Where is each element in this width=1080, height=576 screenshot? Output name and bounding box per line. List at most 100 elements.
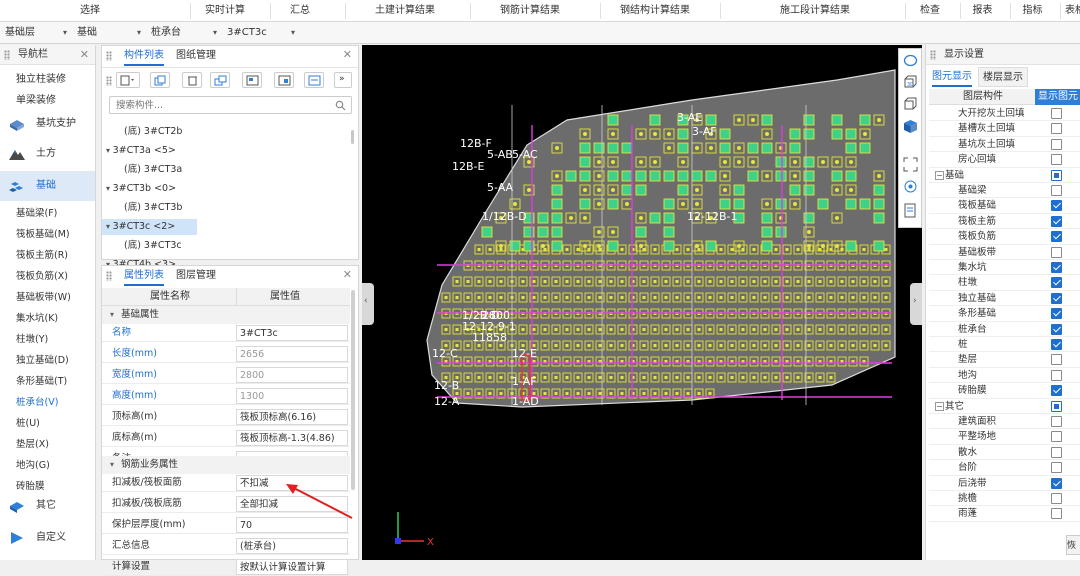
tab-floor-display[interactable]: 楼层显示	[978, 67, 1028, 87]
nav-subitem[interactable]: 桩(U)	[16, 415, 40, 429]
ribbon-tab[interactable]: 钢筋计算结果	[470, 0, 590, 22]
search-box[interactable]	[109, 96, 352, 114]
layer-checkbox[interactable]	[1051, 308, 1062, 320]
layer-checkbox[interactable]	[1051, 154, 1062, 166]
ribbon-tab[interactable]: 选择	[45, 0, 135, 22]
nav-subitem[interactable]: 独立基础(D)	[16, 352, 69, 366]
layer-checkbox[interactable]	[1051, 169, 1062, 181]
nav-group-pit-support[interactable]: 基坑支护	[0, 109, 95, 139]
property-value[interactable]: 2800	[236, 367, 348, 383]
drag-grip-icon[interactable]	[930, 50, 936, 60]
layer-checkbox[interactable]	[1051, 323, 1062, 335]
ribbon-tab[interactable]: 表格	[1060, 0, 1080, 22]
nav-subitem[interactable]: 基础板带(W)	[16, 289, 71, 303]
nav-item-column-finish[interactable]: 独立柱装修	[16, 70, 66, 85]
layer-checkbox[interactable]	[1051, 508, 1062, 520]
nav-subitem[interactable]: 垫层(X)	[16, 436, 49, 450]
nav-item-beam-finish[interactable]: 单梁装修	[16, 91, 56, 106]
tree-item[interactable]: (底) 3#CT3a	[102, 162, 332, 178]
tab-element-display[interactable]: 图元显示	[932, 67, 972, 87]
layer-checkbox[interactable]	[1051, 292, 1062, 304]
ribbon-tab[interactable]: 钢结构计算结果	[600, 0, 710, 22]
floor-select[interactable]: 基础层 ▾	[2, 25, 70, 41]
layer-checkbox[interactable]	[1051, 369, 1062, 381]
layer-checkbox[interactable]	[1051, 493, 1062, 504]
drawing-canvas[interactable]: 12B-F 12B-E 5-AB 5-AA 5-AC 3-AE 3-AF 1/12B-D 12-…	[362, 45, 922, 560]
nav-subitem[interactable]: 桩承台(V)	[16, 394, 58, 408]
new-component-button[interactable]	[116, 72, 140, 88]
layer-checkbox[interactable]	[1051, 416, 1062, 427]
layer-checkbox[interactable]	[1051, 431, 1062, 443]
property-value[interactable]: 2656	[236, 346, 348, 362]
3d-view-icon[interactable]: 3D	[903, 75, 918, 90]
category-select[interactable]: 基础 ▾	[74, 25, 144, 41]
section-rebar-props[interactable]: ▾ 钢筋业务属性	[102, 456, 350, 474]
scrollbar[interactable]	[351, 290, 355, 490]
layer-checkbox[interactable]	[1051, 446, 1062, 458]
copy-button[interactable]	[150, 72, 170, 88]
tab-property-list[interactable]: 属性列表	[124, 266, 164, 286]
search-input[interactable]	[116, 99, 326, 111]
fit-view-icon[interactable]	[903, 157, 918, 172]
layer-checkbox[interactable]	[1051, 200, 1062, 212]
tree-item[interactable]: (底) 3#CT3c	[102, 238, 332, 254]
nav-group-earthwork[interactable]: 土方	[0, 139, 95, 169]
ribbon-tab[interactable]: 检查	[905, 0, 955, 22]
delete-button[interactable]	[182, 72, 202, 88]
close-icon[interactable]: ✕	[343, 268, 352, 281]
layer-checkbox[interactable]	[1051, 215, 1062, 227]
ribbon-tab[interactable]: 土建计算结果	[345, 0, 465, 22]
layer-checkbox[interactable]	[1051, 123, 1062, 135]
nav-subitem[interactable]: 筏板基础(M)	[16, 226, 70, 240]
property-value[interactable]: 1300	[236, 388, 348, 404]
nav-group-custom[interactable]: 自定义	[0, 523, 95, 553]
tree-item[interactable]: (底) 3#CT2b	[102, 124, 332, 140]
layer-checkbox[interactable]	[1051, 385, 1062, 397]
export-button[interactable]	[274, 72, 294, 88]
orbit-icon[interactable]	[903, 53, 918, 68]
layer-checkbox[interactable]	[1051, 262, 1062, 273]
ribbon-tab[interactable]: 指标	[1010, 0, 1055, 22]
layer-checkbox[interactable]	[1051, 108, 1062, 119]
nav-subitem[interactable]: 基础梁(F)	[16, 205, 57, 219]
nav-subitem[interactable]: 柱墩(Y)	[16, 331, 48, 345]
restore-button[interactable]: 恢	[1066, 535, 1080, 555]
tree-group[interactable]: ▾ 3#CT3c <2>	[102, 219, 197, 235]
layer-checkbox[interactable]	[1051, 462, 1062, 474]
cad-drawing[interactable]: 12B-F12B-E5-AB5-AA5-AC3-AE3-AF1/12B-D 12-…	[362, 45, 922, 560]
cube-solid-icon[interactable]	[903, 119, 918, 134]
more-button[interactable]: »	[334, 72, 352, 88]
collapse-icon[interactable]: −	[935, 401, 944, 411]
layer-checkbox[interactable]	[1051, 138, 1062, 150]
tree-group[interactable]: ▾ 3#CT3a <5>	[102, 143, 332, 159]
layer-checkbox[interactable]	[1051, 277, 1062, 289]
ribbon-tab[interactable]: 实时计算	[190, 0, 260, 22]
drag-grip-icon[interactable]	[106, 76, 112, 86]
close-icon[interactable]: ✕	[80, 45, 89, 65]
type-select[interactable]: 桩承台 ▾	[148, 25, 220, 41]
nav-group-other[interactable]: 其它	[0, 491, 95, 521]
tree-group[interactable]: ▾ 3#CT3b <0>	[102, 181, 332, 197]
section-basic-props[interactable]: ▾ 基础属性	[102, 306, 350, 324]
nav-subitem[interactable]: 地沟(G)	[16, 457, 50, 471]
nav-subitem[interactable]: 筏板主筋(R)	[16, 247, 68, 261]
layer-checkbox[interactable]	[1051, 400, 1062, 412]
close-icon[interactable]: ✕	[343, 48, 352, 61]
ribbon-tab[interactable]: 报表	[960, 0, 1005, 22]
import-button[interactable]	[242, 72, 262, 88]
layer-checkbox[interactable]	[1051, 477, 1062, 489]
property-value[interactable]: 按默认计算设置计算	[236, 559, 348, 575]
ribbon-tab[interactable]: 汇总	[270, 0, 330, 22]
property-value[interactable]: 筏板顶标高-1.3(4.86)	[236, 430, 348, 446]
nav-subitem[interactable]: 集水坑(K)	[16, 310, 58, 324]
tab-drawing-management[interactable]: 图纸管理	[176, 46, 216, 66]
layer-checkbox[interactable]	[1051, 246, 1062, 258]
property-value[interactable]: 3#CT3c	[236, 325, 348, 341]
layer-checkbox[interactable]	[1051, 231, 1062, 243]
layer-checkbox[interactable]	[1051, 185, 1062, 196]
collapse-right-handle[interactable]: ›	[910, 283, 922, 325]
cube-outline-icon[interactable]	[903, 97, 918, 112]
layer-copy-button[interactable]	[210, 72, 230, 88]
property-value[interactable]: 筏板顶标高(6.16)	[236, 409, 348, 425]
document-icon[interactable]	[903, 203, 918, 218]
